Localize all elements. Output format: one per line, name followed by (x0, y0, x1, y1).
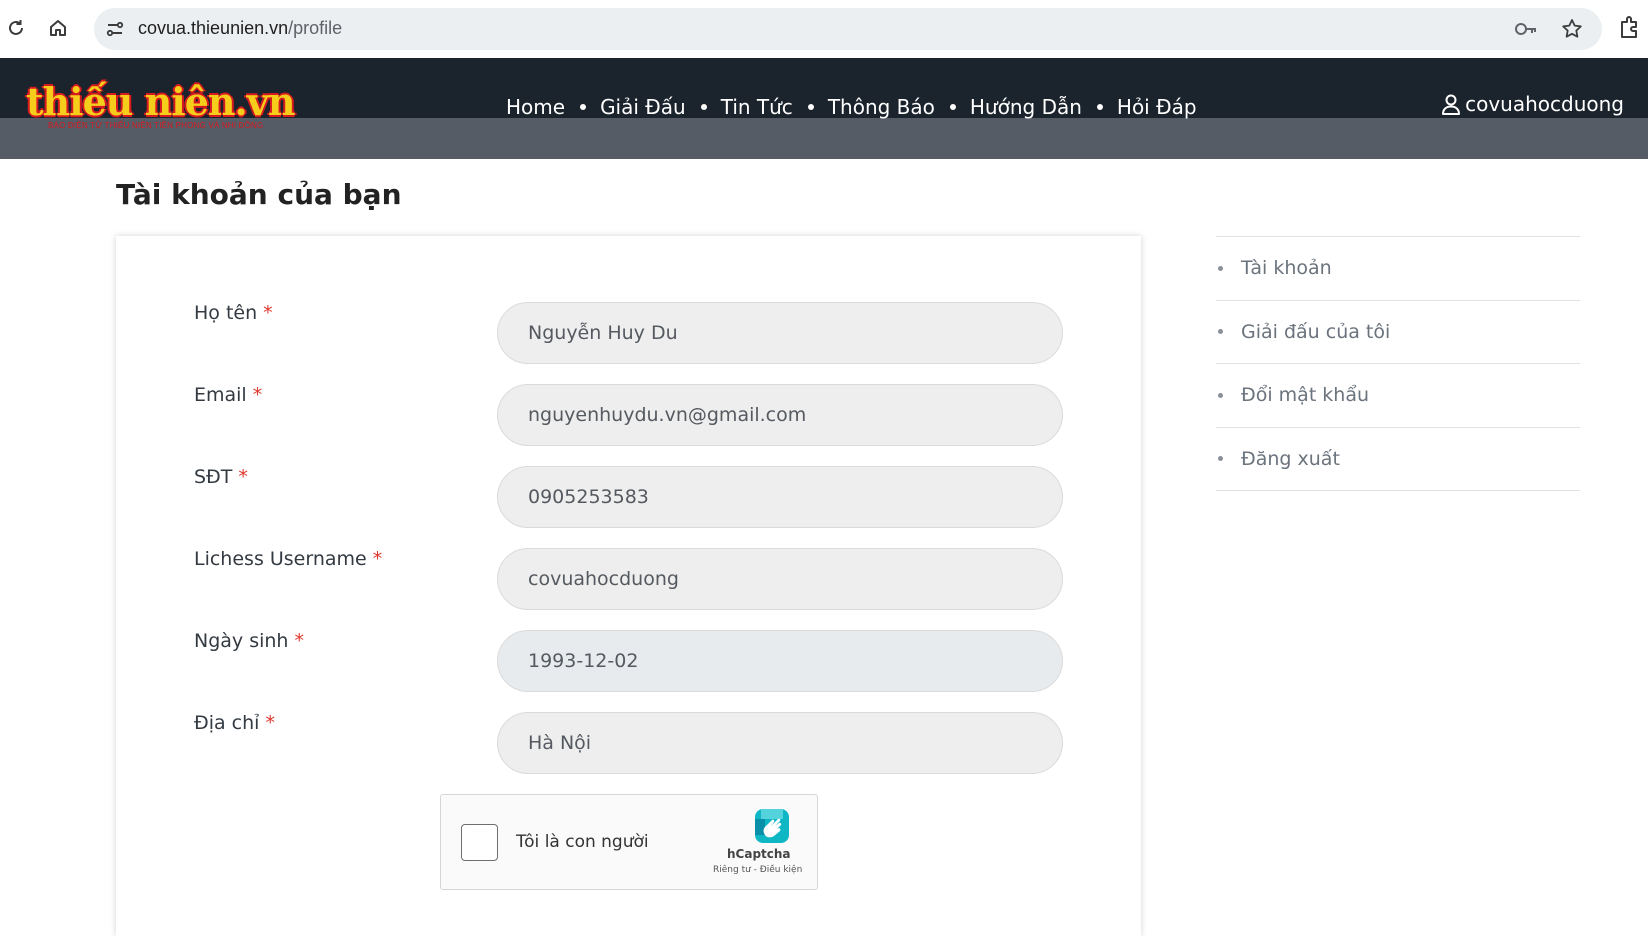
hcaptcha-logo-icon (755, 809, 789, 843)
form-row-address: Địa chỉ * (116, 712, 1141, 774)
bullet-icon (1218, 329, 1223, 335)
required-mark: * (265, 712, 275, 734)
bullet-icon (1218, 456, 1223, 462)
lichess-username-label: Lichess Username * (194, 548, 383, 570)
page-title: Tài khoản của bạn (116, 178, 402, 211)
required-mark: * (294, 630, 304, 652)
password-key-icon[interactable] (1514, 18, 1538, 40)
logo-wordmark: thiếu niên.vn (26, 79, 295, 124)
hcaptcha-widget: Tôi là con người hCaptcha Riêng tư - Điề… (440, 794, 818, 890)
main-nav: Home Giải Đấu Tin Tức Thông Báo Hướng Dẫ… (506, 92, 1197, 122)
side-item-label: Giải đấu của tôi (1241, 320, 1391, 343)
url-domain: covua.thieunien.vn (138, 18, 289, 38)
nav-hoi-dap[interactable]: Hỏi Đáp (1117, 95, 1197, 119)
bullet-icon (1218, 392, 1223, 398)
nav-tin-tuc[interactable]: Tin Tức (721, 95, 793, 119)
birthdate-input[interactable] (497, 630, 1063, 692)
site-info-icon[interactable] (104, 18, 126, 40)
home-icon[interactable] (44, 14, 72, 42)
email-label: Email * (194, 384, 263, 406)
nav-separator (1096, 104, 1103, 110)
extensions-icon[interactable] (1618, 14, 1644, 42)
url-text: covua.thieunien.vn/profile (138, 18, 342, 39)
account-side-menu: Tài khoản Giải đấu của tôi Đổi mật khẩu … (1216, 236, 1580, 491)
profile-form: Họ tên* Email* SĐT* Lichess Username* Ng… (116, 236, 1141, 936)
full-name-input[interactable] (497, 302, 1063, 364)
bullet-icon (1218, 265, 1223, 271)
required-mark: * (263, 302, 273, 324)
side-item-label: Đăng xuất (1241, 447, 1340, 470)
lichess-username-input[interactable] (497, 548, 1063, 610)
nav-separator (700, 104, 707, 110)
required-mark: * (372, 548, 383, 570)
nav-separator (580, 104, 587, 110)
reload-icon[interactable] (2, 14, 30, 42)
address-bar[interactable]: covua.thieunien.vn/profile (94, 8, 1602, 50)
phone-label: SĐT * (194, 466, 248, 488)
side-item-account[interactable]: Tài khoản (1216, 237, 1580, 301)
form-row-full-name: Họ tên * (116, 302, 1141, 364)
nav-giai-dau[interactable]: Giải Đấu (600, 95, 686, 119)
nav-home[interactable]: Home (506, 95, 565, 119)
nav-thong-bao[interactable]: Thông Báo (828, 95, 935, 119)
site-logo[interactable]: thiếu niên.vn BÁO ĐIỆN TỬ THIẾU NIÊN TIỀ… (22, 78, 295, 133)
side-item-change-password[interactable]: Đổi mật khẩu (1216, 364, 1580, 428)
side-item-logout[interactable]: Đăng xuất (1216, 428, 1580, 491)
nav-huong-dan[interactable]: Hướng Dẫn (970, 95, 1082, 119)
nav-separator (807, 104, 814, 110)
captcha-checkbox[interactable] (461, 824, 498, 861)
phone-input[interactable] (497, 466, 1063, 528)
form-row-lichess: Lichess Username * (116, 548, 1141, 610)
user-icon (1442, 94, 1461, 115)
full-name-label: Họ tên * (194, 302, 273, 324)
side-item-label: Tài khoản (1241, 257, 1332, 280)
birthdate-label: Ngày sinh * (194, 630, 304, 652)
user-account-link[interactable]: covuahocduong (1441, 92, 1624, 116)
address-input[interactable] (497, 712, 1063, 774)
side-item-my-tournaments[interactable]: Giải đấu của tôi (1216, 301, 1580, 364)
logo-tagline: BÁO ĐIỆN TỬ THIẾU NIÊN TIỀN PHONG VÀ NHI… (48, 121, 264, 130)
hcaptcha-terms-link[interactable]: Riêng tư - Điều kiện (713, 865, 802, 875)
site-header: thiếu niên.vn BÁO ĐIỆN TỬ THIẾU NIÊN TIỀ… (0, 58, 1648, 159)
required-mark: * (238, 466, 248, 488)
hcaptcha-brand: hCaptcha (727, 847, 791, 861)
form-row-birthdate: Ngày sinh * (116, 630, 1141, 692)
bookmark-star-icon[interactable] (1560, 17, 1584, 41)
username-label: covuahocduong (1465, 92, 1624, 116)
required-mark: * (252, 384, 263, 406)
url-path: /profile (288, 18, 343, 38)
side-item-label: Đổi mật khẩu (1241, 384, 1370, 407)
browser-toolbar: covua.thieunien.vn/profile (0, 0, 1648, 58)
email-input[interactable] (497, 384, 1063, 446)
form-row-phone: SĐT * (116, 466, 1141, 528)
form-row-email: Email * (116, 384, 1141, 446)
address-label: Địa chỉ * (194, 712, 275, 734)
captcha-label: Tôi là con người (516, 832, 649, 852)
nav-separator (949, 104, 956, 110)
